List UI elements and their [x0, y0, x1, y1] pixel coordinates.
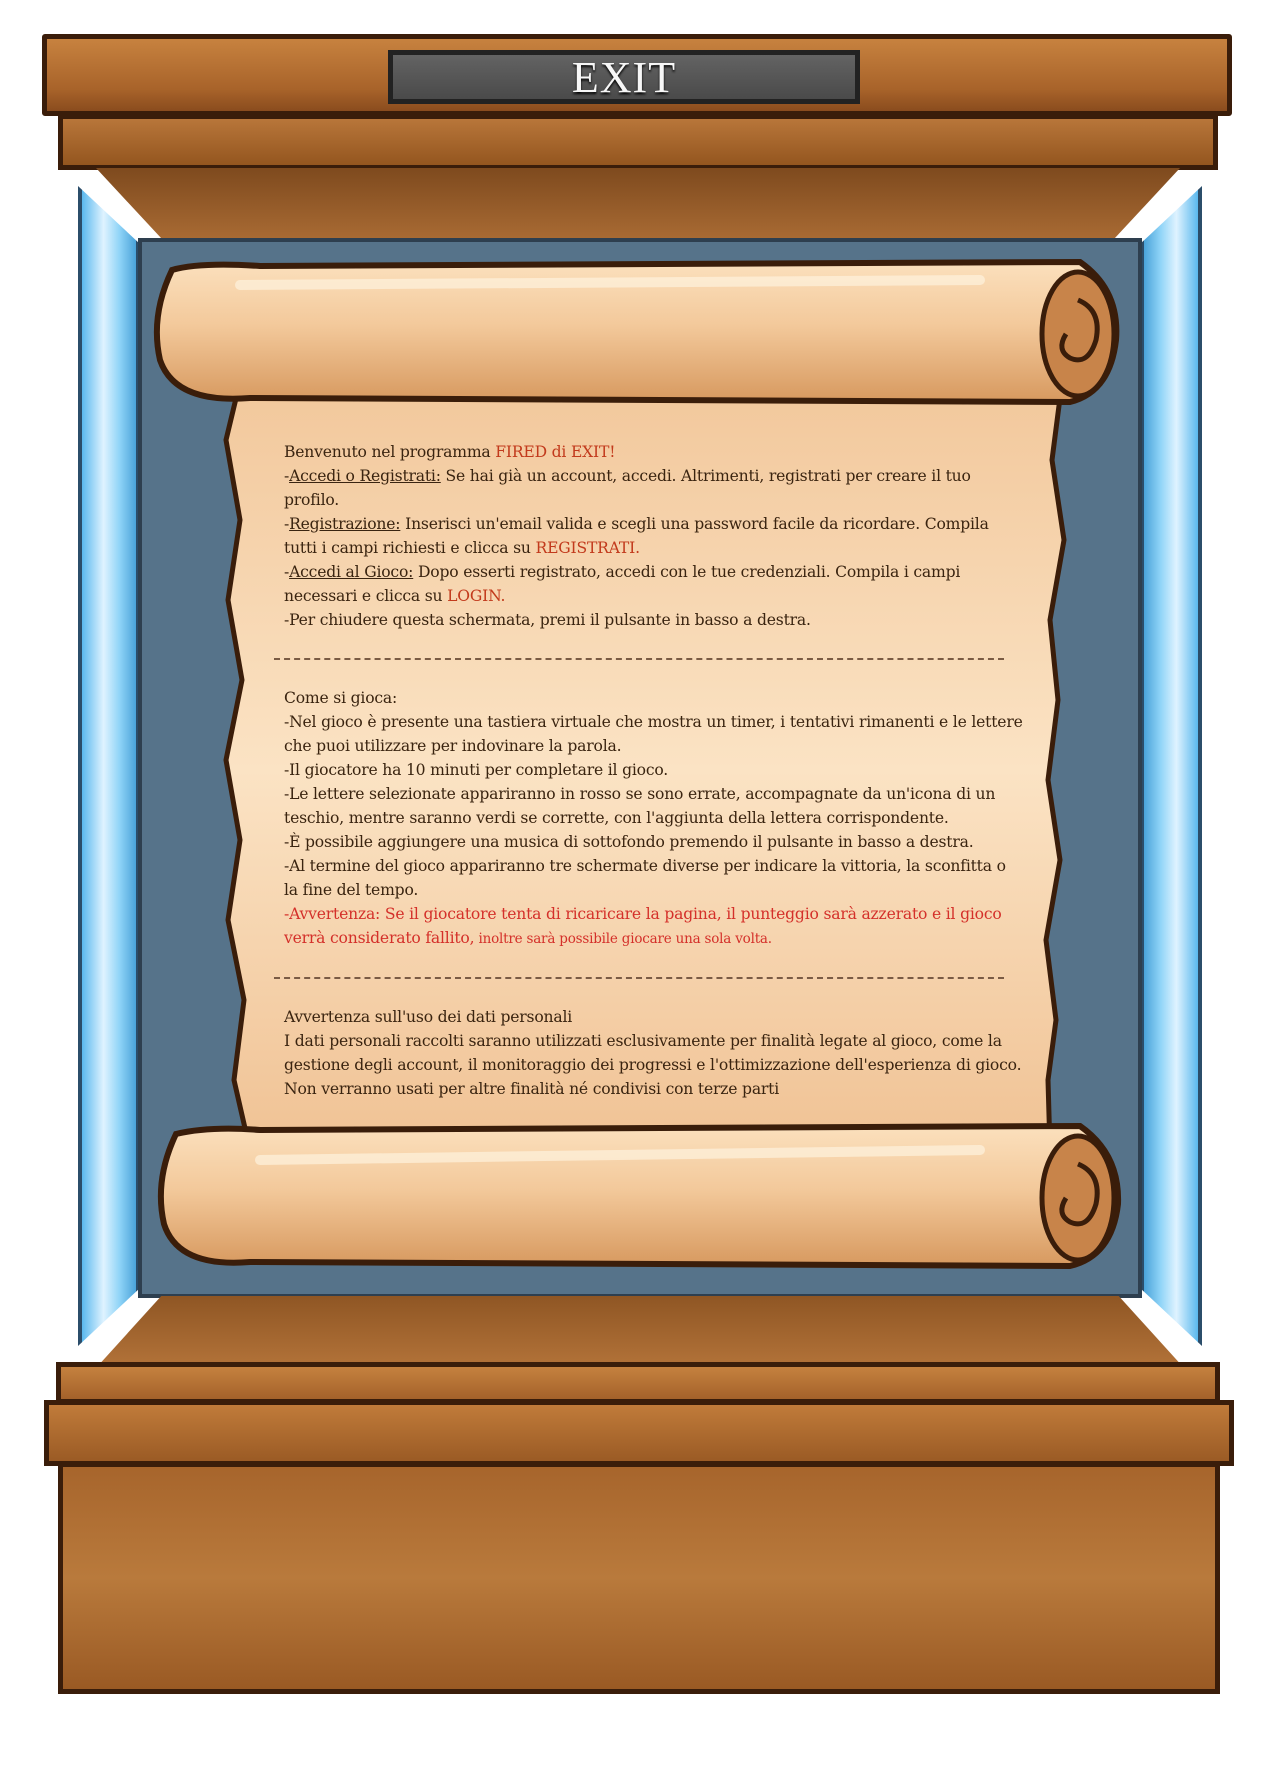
section-divider: [274, 977, 1004, 979]
scroll-content: Benvenuto nel programma FIRED di EXIT! -…: [274, 440, 1024, 1120]
welcome-line: Benvenuto nel programma FIRED di EXIT!: [284, 440, 1024, 464]
warning-small: inoltre sarà possibile giocare una sola …: [474, 931, 772, 947]
section-divider: [274, 658, 1004, 660]
close-instruction: -Per chiudere questa schermata, premi il…: [284, 611, 811, 629]
game-login-title: Accedi al Gioco:: [289, 563, 414, 581]
rule-item: -È possibile aggiungere una musica di so…: [284, 833, 974, 851]
rule-item: -Il giocatore ha 10 minuti per completar…: [284, 761, 669, 779]
rule-item: -Le lettere selezionate appariranno in r…: [284, 785, 996, 827]
welcome-prefix: Benvenuto nel programma: [284, 443, 496, 461]
privacy-title: Avvertenza sull'uso dei dati personali: [284, 1008, 573, 1026]
welcome-highlight: FIRED di EXIT!: [495, 443, 616, 461]
login-instruction: -Accedi o Registrati: Se hai già un acco…: [284, 464, 1024, 512]
reload-warning: -Avvertenza: Se il giocatore tenta di ri…: [284, 902, 1024, 951]
rule-item: -Nel gioco è presente una tastiera virtu…: [284, 713, 1023, 755]
register-instruction: -Registrazione: Inserisci un'email valid…: [284, 512, 1024, 560]
login-title: Accedi o Registrati:: [289, 467, 441, 485]
game-login-highlight: LOGIN.: [447, 587, 506, 605]
register-title: Registrazione:: [289, 515, 401, 533]
register-highlight: REGISTRATI.: [535, 539, 640, 557]
how-to-play-title: Come si gioca:: [284, 689, 398, 707]
privacy-text: I dati personali raccolti saranno utiliz…: [284, 1032, 1022, 1098]
rule-item: -Al termine del gioco appariranno tre sc…: [284, 857, 1006, 899]
game-login-instruction: -Accedi al Gioco: Dopo esserti registrat…: [284, 560, 1024, 608]
